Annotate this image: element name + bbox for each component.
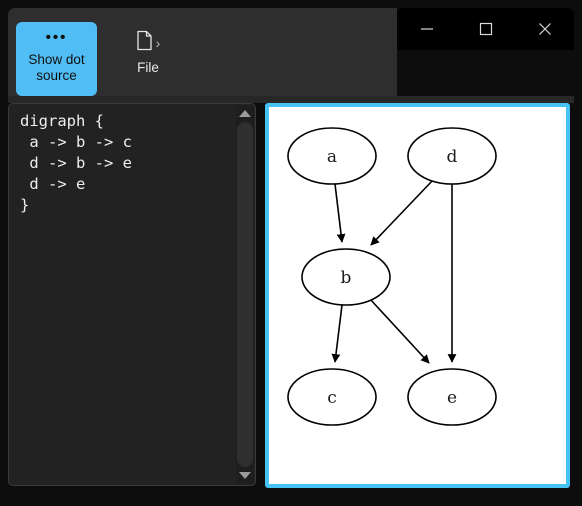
minimize-icon — [420, 22, 434, 36]
chevron-right-icon: › — [155, 35, 161, 51]
triangle-up-icon — [239, 110, 251, 117]
file-menu-button[interactable]: › File — [120, 30, 176, 75]
graph-edge-d-b — [370, 179, 434, 246]
toolbar: ••• Show dot source › File — [8, 8, 397, 96]
scroll-down-button[interactable] — [236, 467, 254, 484]
window-title-bar — [397, 8, 574, 50]
graph-edge-a-b — [334, 183, 346, 243]
graph-preview-panel[interactable]: a d b c e — [265, 103, 570, 488]
dot-source-editor-panel[interactable]: digraph { a -> b -> c d -> b -> e d -> e… — [8, 103, 256, 486]
graph-node-label-d: d — [447, 147, 458, 167]
maximize-button[interactable] — [463, 8, 509, 50]
file-menu-icon-row: › — [136, 30, 161, 56]
ellipsis-icon: ••• — [45, 29, 68, 46]
graph-node-label-b: b — [341, 268, 352, 288]
graph-node-c[interactable]: c — [287, 368, 377, 426]
file-menu-label: File — [137, 60, 159, 75]
show-dot-source-label-line1: Show dot — [28, 52, 85, 67]
show-dot-source-label-line2: source — [36, 68, 77, 83]
close-button[interactable] — [522, 8, 568, 50]
graph-edge-b-e — [369, 298, 430, 364]
minimize-button[interactable] — [404, 8, 450, 50]
graph-node-label-a: a — [327, 147, 337, 167]
toolbar-bottom-strip — [8, 96, 574, 103]
graph-node-a[interactable]: a — [287, 127, 377, 185]
graph-node-e[interactable]: e — [407, 368, 497, 426]
graph-svg: a d b c e — [287, 127, 497, 426]
graph-nodes: a d b c e — [287, 127, 497, 426]
editor-scrollbar[interactable] — [236, 105, 254, 484]
triangle-down-icon — [239, 472, 251, 479]
app-window: ••• Show dot source › File digraph { a -… — [0, 0, 582, 506]
graph-node-b[interactable]: b — [301, 248, 391, 306]
graph-node-d[interactable]: d — [407, 127, 497, 185]
graph-node-label-c: c — [327, 388, 337, 408]
show-dot-source-button[interactable]: ••• Show dot source — [16, 22, 97, 96]
close-icon — [538, 22, 552, 36]
document-icon — [136, 30, 153, 56]
maximize-icon — [479, 22, 493, 36]
graph-edge-b-c — [331, 304, 343, 363]
scroll-up-button[interactable] — [236, 105, 254, 122]
scrollbar-thumb[interactable] — [237, 122, 253, 467]
dot-source-textarea[interactable]: digraph { a -> b -> c d -> b -> e d -> e… — [20, 111, 132, 216]
graph-node-label-e: e — [447, 388, 457, 408]
